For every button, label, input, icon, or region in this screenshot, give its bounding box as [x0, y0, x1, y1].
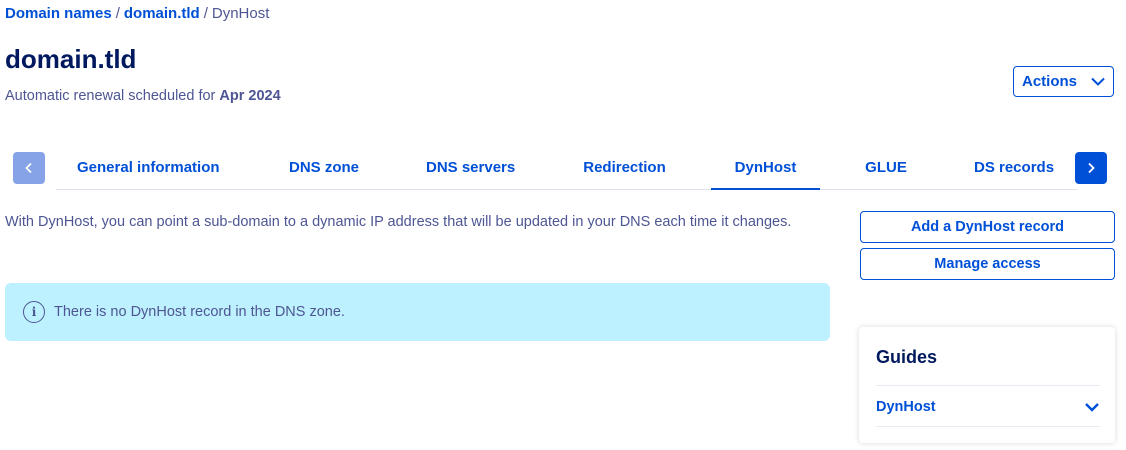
tab-dynhost[interactable]: DynHost: [711, 152, 820, 190]
guides-item-label: DynHost: [876, 399, 936, 415]
tabs-prev-button[interactable]: [13, 152, 45, 184]
tabs-next-button[interactable]: [1075, 152, 1107, 184]
actions-label: Actions: [1022, 73, 1078, 90]
guides-item-dynhost[interactable]: DynHost: [876, 387, 1100, 427]
manage-access-button[interactable]: Manage access: [860, 248, 1115, 280]
tab-ds-records[interactable]: DS records: [974, 152, 1054, 190]
breadcrumb-separator: /: [115, 5, 120, 22]
tab-general-information[interactable]: General information: [77, 152, 220, 190]
renewal-date: Apr 2024: [219, 88, 281, 104]
page-title: domain.tld: [5, 44, 137, 74]
guides-card: Guides DynHost: [859, 327, 1115, 443]
breadcrumb: Domain names / domain.tld / DynHost: [5, 5, 269, 22]
info-message: There is no DynHost record in the DNS zo…: [54, 304, 345, 320]
chevron-right-icon: [1088, 162, 1095, 174]
tab-redirection[interactable]: Redirection: [582, 152, 667, 190]
info-message-box: i There is no DynHost record in the DNS …: [5, 283, 830, 341]
info-icon: i: [23, 301, 45, 323]
actions-button[interactable]: Actions: [1013, 66, 1114, 97]
tab-bar: General information DNS zone DNS servers…: [13, 152, 1107, 190]
guides-title: Guides: [876, 347, 938, 367]
breadcrumb-current: DynHost: [211, 5, 270, 22]
breadcrumb-separator: /: [203, 5, 208, 22]
chevron-down-icon: [1091, 77, 1105, 86]
renewal-info: Automatic renewal scheduled for Apr 2024: [5, 88, 281, 104]
add-dynhost-record-button[interactable]: Add a DynHost record: [860, 211, 1115, 243]
guides-divider: [876, 426, 1100, 427]
tab-glue[interactable]: GLUE: [864, 152, 908, 190]
dynhost-description: With DynHost, you can point a sub-domain…: [5, 214, 792, 230]
breadcrumb-link-domain[interactable]: domain.tld: [124, 5, 200, 22]
chevron-down-icon: [1085, 403, 1099, 412]
renewal-prefix: Automatic renewal scheduled for: [5, 88, 220, 104]
breadcrumb-link-domain-names[interactable]: Domain names: [5, 5, 112, 22]
chevron-left-icon: [25, 162, 32, 174]
tab-dns-servers[interactable]: DNS servers: [426, 152, 515, 190]
tab-dns-zone[interactable]: DNS zone: [286, 152, 362, 190]
guides-divider: [876, 385, 1100, 386]
